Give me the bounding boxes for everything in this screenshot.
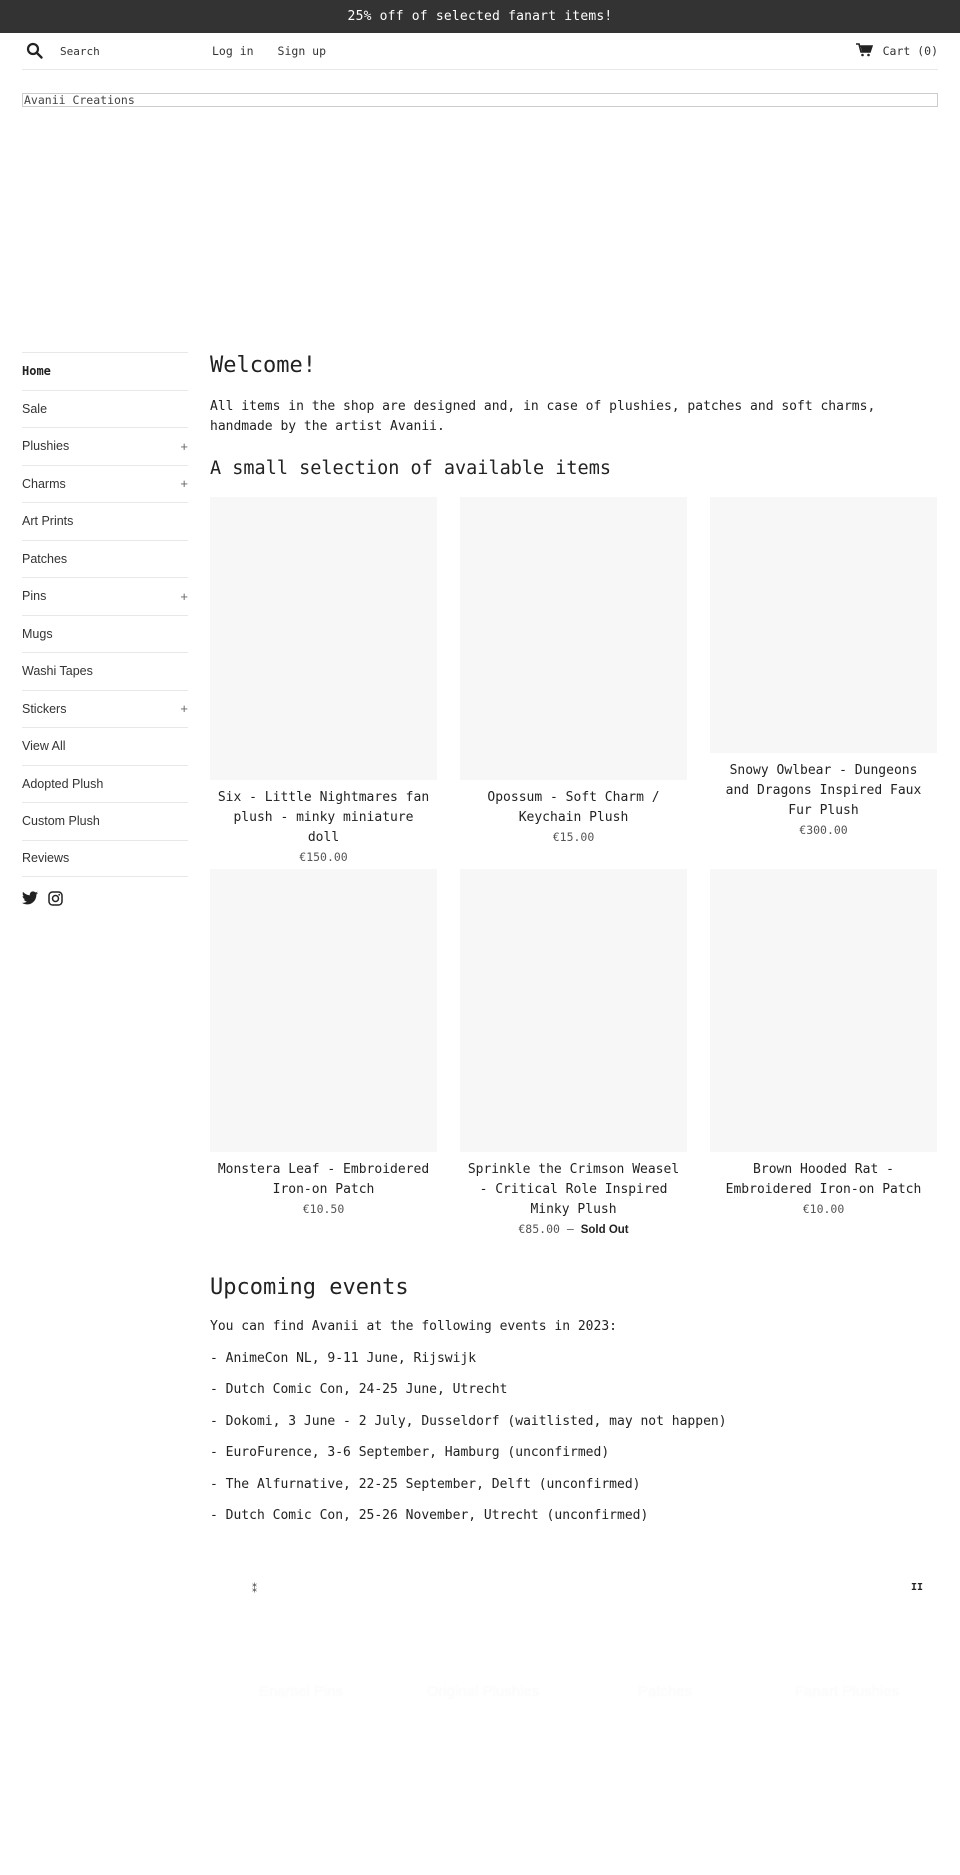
product-title: Brown Hooded Rat - Embroidered Iron-on P… — [725, 1162, 922, 1197]
slide-nav-icon[interactable]: ⁑ — [252, 1584, 257, 1595]
sold-out-badge: Sold Out — [580, 1224, 629, 1236]
product-image[interactable] — [710, 497, 937, 753]
product-card[interactable]: Brown Hooded Rat - Embroidered Iron-on P… — [710, 869, 937, 1241]
product-card[interactable]: Six - Little Nightmares fan plush - mink… — [210, 497, 437, 869]
sidebar-item-label: Sale — [22, 401, 48, 416]
product-title: Snowy Owlbear - Dungeons and Dragons Ins… — [725, 763, 922, 818]
sidebar-item-patches[interactable]: Patches — [22, 539, 188, 578]
product-card[interactable]: Snowy Owlbear - Dungeons and Dragons Ins… — [710, 497, 937, 869]
event-item: - Dutch Comic Con, 25-26 November, Utrec… — [210, 1508, 649, 1523]
price-separator: — — [559, 1222, 581, 1236]
sidebar-item-adopted-plush[interactable]: Adopted Plush — [22, 764, 188, 803]
sidebar-item-label: Stickers — [22, 701, 67, 716]
event-item: - The Alfurnative, 22-25 September, Delf… — [210, 1476, 641, 1492]
event-item: - EuroFurence, 3-6 September, Hamburg (u… — [210, 1445, 610, 1460]
events-section: Upcoming events You can find Avanii at t… — [210, 1276, 938, 1526]
sidebar-item-pins[interactable]: Pins + — [22, 577, 188, 615]
sidebar-item-reviews[interactable]: Reviews — [22, 839, 188, 877]
sidebar-item-view-all[interactable]: View All — [22, 727, 188, 765]
top-navigation: Log in Sign up Cart (0) — [22, 33, 938, 70]
product-image[interactable] — [710, 869, 937, 1152]
sidebar-item-label: Home — [22, 364, 51, 379]
sidebar-item-washi-tapes[interactable]: Washi Tapes — [22, 652, 188, 690]
selection-title: A small selection of available items — [210, 458, 611, 479]
event-item: - AnimeCon NL, 9-11 June, Rijswijk — [210, 1350, 477, 1366]
twitter-icon[interactable] — [22, 891, 38, 906]
welcome-title: Welcome! — [210, 353, 316, 378]
sidebar-item-art-prints[interactable]: Art Prints — [22, 502, 188, 540]
sidebar-item-plushies[interactable]: Plushies + — [22, 427, 188, 465]
sidebar-item-label: Pins — [22, 589, 47, 604]
product-image[interactable] — [460, 869, 687, 1152]
sidebar-item-label: Art Prints — [22, 514, 74, 529]
events-intro: You can find Avanii at the following eve… — [210, 1319, 617, 1334]
sidebar-item-mugs[interactable]: Mugs — [22, 614, 188, 653]
slide-label[interactable]: Fanart Plushies — [772, 1680, 922, 1704]
slide-labels: Enamel Pins Original Plushies Patches Fa… — [210, 1680, 938, 1704]
product-title: Monstera Leaf - Embroidered Iron-on Patc… — [217, 1162, 430, 1197]
sidebar-item-label: Custom Plush — [22, 814, 100, 829]
plus-icon[interactable]: + — [180, 476, 188, 491]
sidebar-item-sale[interactable]: Sale — [22, 389, 188, 428]
product-title: Sprinkle the Crimson Weasel - Critical R… — [467, 1162, 680, 1217]
sidebar-item-charms[interactable]: Charms + — [22, 464, 188, 503]
pause-icon[interactable]: II — [911, 1582, 923, 1593]
plus-icon[interactable]: + — [180, 701, 188, 716]
sidebar-item-label: Reviews — [22, 851, 70, 866]
sidebar-item-label: Mugs — [22, 626, 53, 641]
plus-icon[interactable]: + — [180, 589, 188, 604]
product-price: €150.00 — [299, 850, 348, 864]
slide-label[interactable]: Patches — [590, 1680, 740, 1704]
product-price: €15.00 — [552, 830, 595, 844]
social-links — [22, 891, 188, 906]
sidebar-nav: Home Sale Plushies + Charms + Art Prints P… — [22, 352, 188, 906]
instagram-icon[interactable] — [48, 891, 63, 906]
product-price: €10.50 — [302, 1202, 345, 1216]
announcement-bar: 25% off of selected fanart items! — [0, 0, 960, 33]
product-card[interactable]: Opossum - Soft Charm / Keychain Plush €1… — [460, 497, 687, 869]
product-card[interactable]: Monstera Leaf - Embroidered Iron-on Patc… — [210, 869, 437, 1241]
collection-slideshow: ⁑ II Enamel Pins Original Plushies Patch… — [210, 1570, 938, 1790]
account-links: Log in Sign up — [212, 44, 326, 58]
sidebar-item-label: Adopted Plush — [22, 776, 104, 791]
cart-label: Cart (0) — [882, 44, 938, 58]
sidebar-item-label: Charms — [22, 476, 66, 491]
event-item: - Dokomi, 3 June - 2 July, Dusseldorf (w… — [210, 1413, 727, 1429]
welcome-text: All items in the shop are designed and, … — [210, 399, 876, 434]
login-link[interactable]: Log in — [212, 44, 254, 58]
plus-icon[interactable]: + — [180, 439, 188, 454]
product-price: €10.00 — [802, 1202, 845, 1216]
site-logo[interactable]: Avanii Creations — [22, 93, 938, 107]
product-price: €300.00 — [799, 823, 848, 837]
product-title: Opossum - Soft Charm / Keychain Plush — [487, 790, 660, 825]
events-title: Upcoming events — [210, 1275, 409, 1300]
sidebar-item-stickers[interactable]: Stickers + — [22, 689, 188, 728]
slide-label[interactable]: Original Plushies — [408, 1680, 558, 1704]
sidebar-item-label: Washi Tapes — [22, 664, 93, 679]
product-card[interactable]: Sprinkle the Crimson Weasel - Critical R… — [460, 869, 687, 1241]
signup-link[interactable]: Sign up — [278, 44, 326, 58]
product-image[interactable] — [460, 497, 687, 780]
product-price-line: €85.00 — Sold Out — [460, 1221, 687, 1238]
product-title: Six - Little Nightmares fan plush - mink… — [217, 790, 430, 845]
sidebar-item-label: Plushies — [22, 439, 70, 454]
event-item: - Dutch Comic Con, 24-25 June, Utrecht — [210, 1382, 508, 1397]
sidebar-item-label: View All — [22, 739, 66, 754]
main-content: Welcome! All items in the shop are desig… — [210, 352, 938, 1526]
sidebar-item-home[interactable]: Home — [22, 352, 188, 390]
sidebar-item-label: Patches — [22, 551, 68, 566]
cart-icon — [855, 42, 873, 60]
product-price: €85.00 — [518, 1222, 560, 1236]
product-image[interactable] — [210, 497, 437, 780]
product-grid: Six - Little Nightmares fan plush - mink… — [210, 497, 938, 1241]
sidebar-item-custom-plush[interactable]: Custom Plush — [22, 802, 188, 840]
search-icon[interactable] — [26, 42, 44, 60]
slide-label[interactable]: Enamel Pins — [226, 1680, 376, 1704]
cart-link[interactable]: Cart (0) — [855, 42, 938, 60]
search-input[interactable] — [60, 44, 200, 58]
product-image[interactable] — [210, 869, 437, 1152]
